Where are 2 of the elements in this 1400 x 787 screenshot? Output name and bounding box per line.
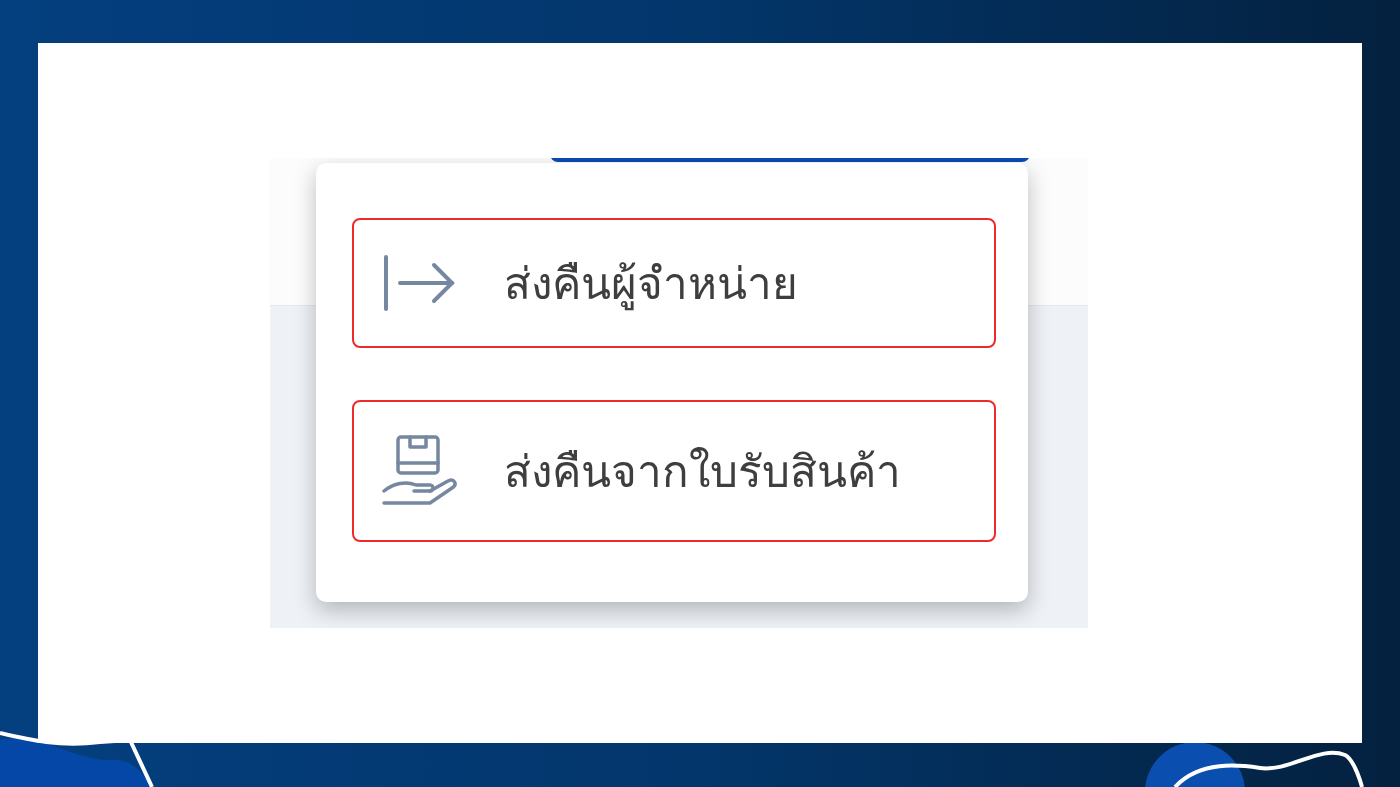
- menu-item[interactable]: ส่งคืนจากใบรับสินค้า: [352, 400, 996, 542]
- menu-item[interactable]: ส่งคืนผู้จำหน่าย: [352, 218, 996, 348]
